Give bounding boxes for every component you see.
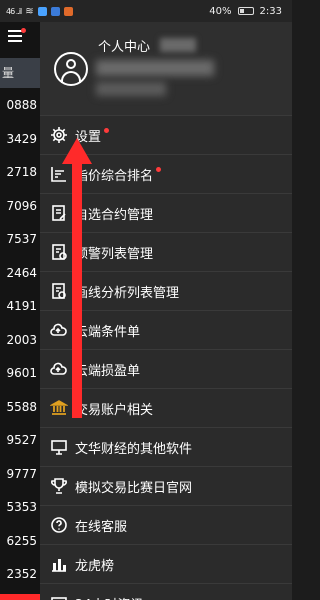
quote-row-value[interactable]: 5353 — [0, 494, 40, 520]
quote-row-value[interactable]: 2464 — [0, 260, 40, 286]
clock: 2:33 — [259, 5, 282, 17]
quote-row-value[interactable]: 6255 — [0, 528, 40, 554]
menu-item[interactable]: 文华财经的其他软件 — [40, 428, 292, 467]
quote-row-value[interactable]: 2352 — [0, 561, 40, 587]
avatar-icon[interactable] — [54, 52, 88, 86]
profile-title: 个人中心 — [98, 40, 151, 55]
menu-item-label: 文华财经的其他软件 — [75, 441, 193, 457]
redacted-account-info-2 — [96, 82, 166, 96]
quote-row-value[interactable]: 5588 — [0, 394, 40, 420]
background-quote-list: 量 0888 3429 2718 7096 7537 2464 4191 2003 9601 55… — [0, 22, 40, 600]
quote-row-value[interactable]: 4191 — [0, 293, 40, 319]
menu-item[interactable]: 24小时资讯 — [40, 584, 292, 600]
quote-row-value[interactable]: 2718 — [0, 159, 40, 185]
status-bar-right: 40% 2:33 — [209, 6, 282, 17]
menu-item-label: 龙虎榜 — [75, 558, 115, 574]
battery-percent: 40% — [209, 5, 232, 17]
signal-indicator: 46 ..il — [6, 6, 22, 16]
bar-chart-icon — [50, 555, 68, 573]
menu-item[interactable]: 龙虎榜 — [40, 545, 292, 584]
status-bar-left: 46 ..il ≋ — [6, 6, 73, 17]
notification-badge — [156, 166, 162, 172]
menu-item-label: 24小时资讯 — [75, 594, 144, 600]
column-header-volume: 量 — [0, 58, 40, 88]
red-highlight-block — [0, 594, 40, 600]
quote-row-value[interactable]: 9527 — [0, 427, 40, 453]
quote-row-value[interactable]: 7096 — [0, 193, 40, 219]
menu-item-label: 在线客服 — [75, 519, 128, 535]
menu-item[interactable]: 模拟交易比赛日官网 — [40, 467, 292, 506]
menu-item-label: 模拟交易比赛日官网 — [75, 480, 193, 496]
quote-row-value[interactable]: 0888 — [0, 92, 40, 118]
quote-row-value[interactable]: 9601 — [0, 360, 40, 386]
quote-row-value[interactable]: 7537 — [0, 226, 40, 252]
redacted-username — [160, 38, 196, 52]
annotation-arrow-icon — [62, 138, 92, 418]
battery-icon — [237, 7, 254, 15]
app-notification-icon — [37, 6, 47, 16]
quote-row-value[interactable]: 2003 — [0, 327, 40, 353]
profile-header[interactable]: 个人中心 — [40, 22, 292, 116]
news-icon — [50, 595, 68, 600]
app-notification-icon-3 — [63, 6, 73, 16]
redacted-account-info — [96, 60, 214, 76]
trophy-icon — [50, 477, 68, 495]
app-notification-icon-2 — [50, 6, 60, 16]
wifi-icon: ≋ — [25, 5, 34, 17]
quote-row-value[interactable]: 9777 — [0, 461, 40, 487]
hamburger-menu-icon[interactable] — [8, 28, 26, 44]
notification-dot — [21, 28, 26, 33]
status-bar: 46 ..il ≋ 40% 2:33 — [0, 0, 292, 22]
quote-row-value[interactable]: 3429 — [0, 126, 40, 152]
help-icon — [50, 516, 68, 534]
monitor-icon — [50, 438, 68, 456]
menu-item[interactable]: 在线客服 — [40, 506, 292, 545]
notification-badge — [104, 127, 110, 133]
